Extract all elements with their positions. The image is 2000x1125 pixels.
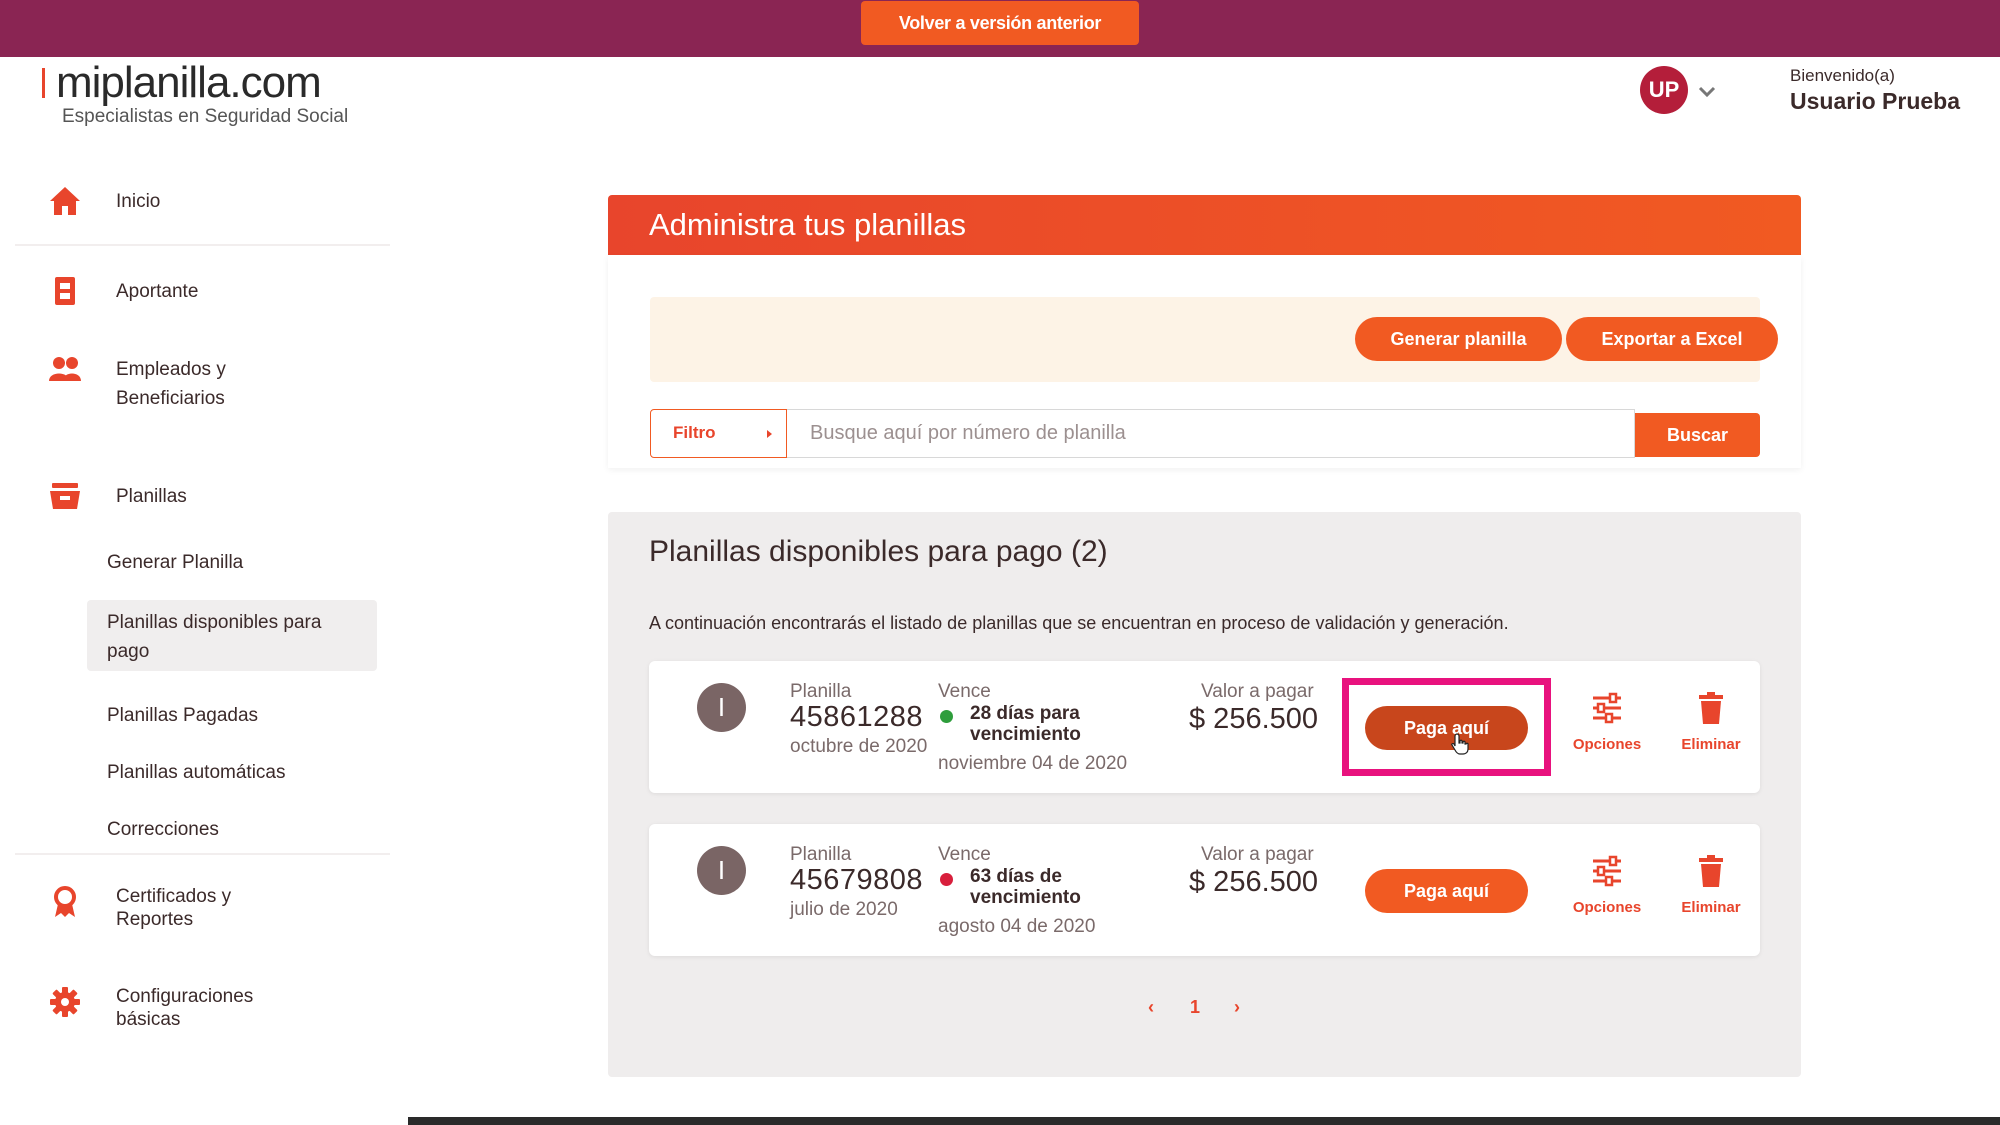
trash-icon <box>1699 855 1723 887</box>
options-button[interactable]: Opciones <box>1567 691 1647 753</box>
sidebar-item-label: Certificados y Reportes <box>116 886 232 930</box>
planilla-type-badge: I <box>697 683 746 732</box>
amount-label: Valor a pagar <box>1201 844 1314 865</box>
delete-label: Eliminar <box>1681 899 1741 916</box>
logo-tagline: Especialistas en Seguridad Social <box>62 106 349 127</box>
planilla-row: I Planilla 45679808 julio de 2020 Vence … <box>649 824 1760 956</box>
planilla-type-badge: I <box>697 846 746 895</box>
planilla-period: octubre de 2020 <box>790 736 928 757</box>
sidebar-item-label: Planillas <box>116 485 187 507</box>
search-input[interactable] <box>787 409 1635 458</box>
sidebar-item-label: Inicio <box>116 190 161 212</box>
page-number[interactable]: 1 <box>1190 997 1200 1018</box>
available-planillas-panel: Planillas disponibles para pago (2) A co… <box>608 512 1801 1077</box>
due-label: Vence <box>938 681 991 702</box>
actions-card: Generar planilla Exportar a Excel Filtro… <box>608 255 1801 468</box>
contributor-icon <box>55 277 75 305</box>
sidebar-item-planillas[interactable]: Planillas <box>15 478 390 514</box>
next-page-button[interactable]: › <box>1234 997 1240 1018</box>
options-label: Opciones <box>1572 899 1642 916</box>
filter-dropdown[interactable]: Filtro <box>650 409 787 458</box>
submenu-planillas-automaticas[interactable]: Planillas automáticas <box>107 762 285 784</box>
delete-label: Eliminar <box>1681 736 1741 753</box>
list-title: Planillas disponibles para pago (2) <box>649 535 1108 568</box>
planilla-label: Planilla <box>790 681 852 702</box>
divider <box>15 853 390 855</box>
pay-button[interactable]: Paga aquí <box>1365 869 1528 913</box>
days-remaining: 28 días para vencimiento <box>970 703 1081 745</box>
generate-planilla-button[interactable]: Generar planilla <box>1355 317 1562 361</box>
submenu-generar-planilla[interactable]: Generar Planilla <box>107 552 243 574</box>
sidebar-item-aportante[interactable]: Aportante <box>15 273 390 309</box>
planilla-period: julio de 2020 <box>790 899 898 920</box>
status-dot <box>940 873 953 886</box>
planilla-number: 45861288 <box>790 701 924 733</box>
tray-icon <box>50 483 80 509</box>
page-header: Administra tus planillas <box>608 195 1801 255</box>
sliders-icon <box>1593 855 1621 887</box>
welcome-text: Bienvenido(a) <box>1790 66 1895 85</box>
chevron-down-icon[interactable] <box>1696 80 1718 102</box>
actions-bar: Generar planilla Exportar a Excel <box>650 297 1778 382</box>
submenu-correcciones[interactable]: Correcciones <box>107 819 219 841</box>
delete-button[interactable]: Eliminar <box>1671 854 1751 916</box>
submenu-planillas-disponibles[interactable]: Planillas disponibles para pago <box>107 608 321 666</box>
logo-bar <box>42 68 45 98</box>
sidebar-item-label: Aportante <box>116 280 199 302</box>
trash-icon <box>1699 692 1723 724</box>
due-date: agosto 04 de 2020 <box>938 916 1096 937</box>
delete-button[interactable]: Eliminar <box>1671 691 1751 753</box>
sliders-icon <box>1593 692 1621 724</box>
filter-label: Filtro <box>673 423 716 442</box>
sidebar-item-label: Configuraciones básicas <box>116 986 254 1030</box>
amount-label: Valor a pagar <box>1201 681 1314 702</box>
bottom-border <box>408 1117 2000 1125</box>
planilla-number: 45679808 <box>790 864 924 896</box>
avatar[interactable]: UP <box>1640 66 1688 114</box>
status-dot <box>940 710 953 723</box>
options-button[interactable]: Opciones <box>1567 854 1647 916</box>
pagination: ‹ 1 › <box>1148 997 1268 1027</box>
due-date: noviembre 04 de 2020 <box>938 753 1128 774</box>
home-icon <box>50 187 80 215</box>
sidebar-item-empleados[interactable]: Empleados y Beneficiarios <box>15 355 390 413</box>
gear-icon <box>50 987 80 1017</box>
options-label: Opciones <box>1572 736 1642 753</box>
top-bar: Volver a versión anterior <box>0 0 2000 57</box>
user-name: Usuario Prueba <box>1790 88 1960 114</box>
ribbon-icon <box>54 886 76 917</box>
amount-value: $ 256.500 <box>1189 866 1319 898</box>
sidebar-item-inicio[interactable]: Inicio <box>15 183 390 219</box>
prev-page-button[interactable]: ‹ <box>1148 997 1154 1018</box>
hand-cursor-icon <box>1451 733 1469 755</box>
search-button[interactable]: Buscar <box>1635 413 1760 457</box>
days-remaining: 63 días de vencimiento <box>970 866 1081 908</box>
page-title: Administra tus planillas <box>649 207 967 242</box>
submenu-planillas-pagadas[interactable]: Planillas Pagadas <box>107 705 258 727</box>
planilla-row: I Planilla 45861288 octubre de 2020 Venc… <box>649 661 1760 793</box>
export-excel-button[interactable]: Exportar a Excel <box>1566 317 1778 361</box>
list-description: A continuación encontrarás el listado de… <box>649 613 1509 633</box>
amount-value: $ 256.500 <box>1189 703 1319 735</box>
pay-button[interactable]: Paga aquí <box>1365 706 1528 750</box>
planilla-label: Planilla <box>790 844 852 865</box>
sidebar-item-label: Empleados y Beneficiarios <box>116 359 226 409</box>
people-icon <box>49 357 81 381</box>
logo-name: miplanilla.com <box>56 58 322 107</box>
sidebar-item-certificados[interactable]: Certificados y Reportes <box>15 885 390 941</box>
due-label: Vence <box>938 844 991 865</box>
sidebar-item-configuraciones[interactable]: Configuraciones básicas <box>15 985 390 1041</box>
divider <box>15 244 390 246</box>
previous-version-button[interactable]: Volver a versión anterior <box>861 1 1139 45</box>
caret-icon <box>767 430 772 438</box>
